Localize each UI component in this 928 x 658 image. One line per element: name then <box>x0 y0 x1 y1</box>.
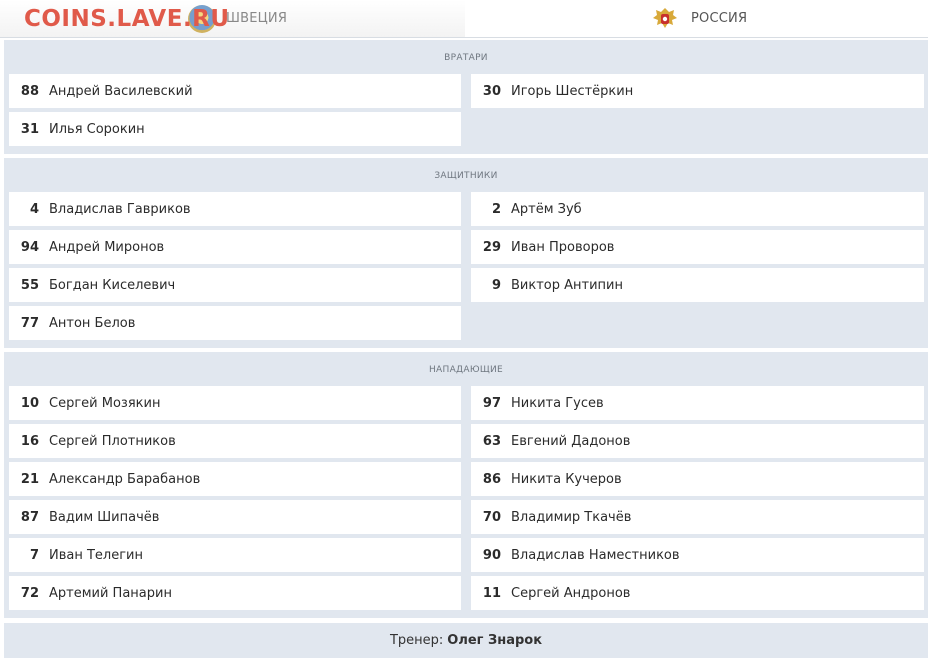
section-goalies: ВРАТАРИ 88 Андрей Василевский 31 Илья Со… <box>4 40 928 154</box>
player-number: 31 <box>20 121 39 137</box>
player-name: Никита Гусев <box>511 395 604 411</box>
coach-name: Олег Знарок <box>447 633 543 648</box>
player-row[interactable]: 10 Сергей Мозякин <box>9 386 461 420</box>
player-number: 87 <box>20 509 39 525</box>
section-title: ВРАТАРИ <box>444 53 488 63</box>
player-number: 9 <box>491 277 501 293</box>
player-row[interactable]: 88 Андрей Василевский <box>9 74 461 108</box>
player-name: Игорь Шестёркин <box>511 83 634 99</box>
player-number: 90 <box>482 547 501 563</box>
player-number: 94 <box>20 239 39 255</box>
player-row[interactable]: 86 Никита Кучеров <box>471 462 924 496</box>
section-forwards: НАПАДАЮЩИЕ 10 Сергей Мозякин 16 Сергей П… <box>4 352 928 618</box>
player-name: Виктор Антипин <box>511 277 623 293</box>
player-number: 97 <box>482 395 501 411</box>
section-title: НАПАДАЮЩИЕ <box>428 365 503 375</box>
player-row[interactable]: 31 Илья Сорокин <box>9 112 461 146</box>
player-row[interactable]: 72 Артемий Панарин <box>9 576 461 610</box>
player-number: 63 <box>482 433 501 449</box>
player-row[interactable]: 7 Иван Телегин <box>9 538 461 572</box>
player-row[interactable]: 16 Сергей Плотников <box>9 424 461 458</box>
player-name: Андрей Миронов <box>49 239 165 255</box>
player-number: 16 <box>20 433 39 449</box>
watermark-text: COINS.LAVE.RU <box>24 6 230 32</box>
player-row[interactable]: 70 Владимир Ткачёв <box>471 500 924 534</box>
player-number: 4 <box>29 201 39 217</box>
player-row[interactable]: 94 Андрей Миронов <box>9 230 461 264</box>
player-row[interactable]: 77 Антон Белов <box>9 306 461 340</box>
player-name: Владислав Наместников <box>511 547 680 563</box>
coach-bar: Тренер: Олег Знарок <box>4 623 928 658</box>
player-name: Никита Кучеров <box>511 471 622 487</box>
player-number: 7 <box>29 547 39 563</box>
player-row[interactable]: 4 Владислав Гавриков <box>9 192 461 226</box>
player-name: Владислав Гавриков <box>49 201 191 217</box>
player-number: 55 <box>20 277 39 293</box>
player-row[interactable]: 11 Сергей Андронов <box>471 576 924 610</box>
player-name: Артём Зуб <box>511 201 582 217</box>
section-defenders: ЗАЩИТНИКИ 4 Владислав Гавриков 94 Андрей… <box>4 158 928 348</box>
team-name-left: ШВЕЦИЯ <box>226 11 288 26</box>
player-row[interactable]: 63 Евгений Дадонов <box>471 424 924 458</box>
player-name: Андрей Василевский <box>49 83 193 99</box>
player-name: Иван Телегин <box>49 547 144 563</box>
player-row[interactable]: 21 Александр Барабанов <box>9 462 461 496</box>
player-name: Богдан Киселевич <box>49 277 176 293</box>
player-row[interactable]: 55 Богдан Киселевич <box>9 268 461 302</box>
player-number: 2 <box>491 201 501 217</box>
team-tab-russia[interactable]: РОССИЯ <box>465 0 928 38</box>
player-name: Илья Сорокин <box>49 121 145 137</box>
player-name: Сергей Мозякин <box>49 395 161 411</box>
player-row[interactable]: 87 Вадим Шипачёв <box>9 500 461 534</box>
player-name: Александр Барабанов <box>49 471 201 487</box>
player-number: 77 <box>20 315 39 331</box>
player-number: 29 <box>482 239 501 255</box>
player-number: 72 <box>20 585 39 601</box>
player-name: Иван Проворов <box>511 239 615 255</box>
player-name: Евгений Дадонов <box>511 433 631 449</box>
player-number: 88 <box>20 83 39 99</box>
player-row[interactable]: 90 Владислав Наместников <box>471 538 924 572</box>
player-number: 86 <box>482 471 501 487</box>
russia-emblem-icon <box>653 8 677 28</box>
coach-label: Тренер: <box>389 633 444 648</box>
player-row[interactable]: 9 Виктор Антипин <box>471 268 924 302</box>
player-name: Антон Белов <box>49 315 136 331</box>
section-title: ЗАЩИТНИКИ <box>434 171 498 181</box>
player-row[interactable]: 2 Артём Зуб <box>471 192 924 226</box>
player-number: 30 <box>482 83 501 99</box>
player-name: Артемий Панарин <box>49 585 172 601</box>
player-name: Вадим Шипачёв <box>49 509 160 525</box>
player-row[interactable]: 29 Иван Проворов <box>471 230 924 264</box>
player-number: 10 <box>20 395 39 411</box>
team-name-right: РОССИЯ <box>691 11 748 26</box>
player-name: Сергей Плотников <box>49 433 176 449</box>
player-row[interactable]: 30 Игорь Шестёркин <box>471 74 924 108</box>
player-number: 70 <box>482 509 501 525</box>
player-name: Владимир Ткачёв <box>511 509 632 525</box>
player-number: 21 <box>20 471 39 487</box>
player-row[interactable]: 97 Никита Гусев <box>471 386 924 420</box>
teams-header: ШВЕЦИЯ РОССИЯ COINS.LAVE.RU <box>0 0 928 38</box>
player-number: 11 <box>482 585 501 601</box>
player-name: Сергей Андронов <box>511 585 631 601</box>
